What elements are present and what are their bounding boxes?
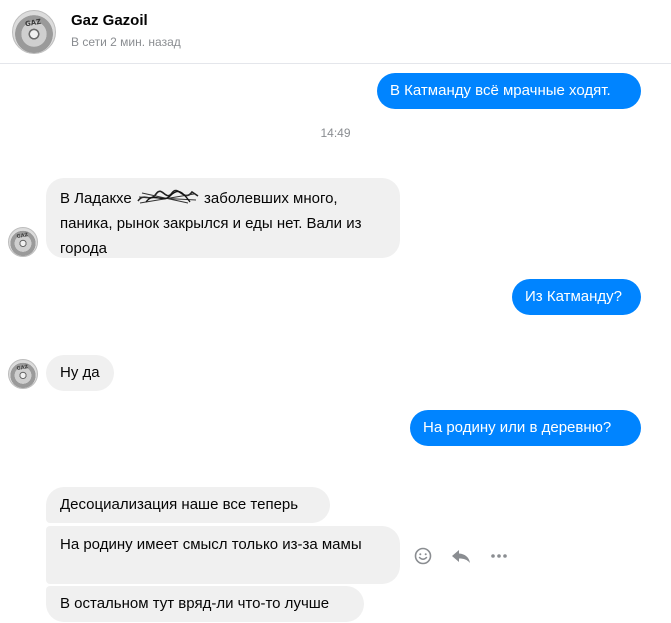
message-text: Десоциализация наше все теперь xyxy=(60,496,299,513)
message-text: Из Катманду? xyxy=(525,288,622,305)
incoming-message[interactable]: В Ладакхе заболевших много, паника, рыно… xyxy=(46,178,400,258)
reply-icon[interactable] xyxy=(450,546,472,571)
incoming-message[interactable]: На родину имеет смысл только из-за мамы xyxy=(46,526,400,584)
emoji-icon[interactable] xyxy=(413,546,433,571)
message-text: В Катманду всё мрачные ходят. xyxy=(390,82,611,99)
timestamp: 14:49 xyxy=(320,126,351,140)
message-text: На родину или в деревню? xyxy=(423,419,612,436)
message-text: В остальном тут вряд-ли что-то лучше xyxy=(60,595,330,612)
outgoing-message[interactable]: В Катманду всё мрачные ходят. xyxy=(377,73,641,109)
contact-name[interactable]: Gaz Gazoil xyxy=(71,12,148,29)
more-icon[interactable] xyxy=(489,546,509,571)
incoming-message[interactable]: Десоциализация наше все теперь xyxy=(46,487,330,523)
outgoing-message[interactable]: На родину или в деревню? xyxy=(410,410,641,446)
message-actions xyxy=(413,546,523,566)
avatar-text: GAZ xyxy=(24,17,43,29)
chat-header: GAZ Gaz Gazoil В сети 2 мин. назад xyxy=(0,0,671,64)
contact-status: В сети 2 мин. назад xyxy=(71,35,181,49)
contact-avatar-small[interactable]: GAZ xyxy=(8,227,38,257)
message-text-part: В Ладакхе xyxy=(60,190,132,207)
contact-avatar[interactable]: GAZ xyxy=(12,10,56,54)
avatar-text: GAZ xyxy=(16,232,29,241)
message-text: На родину имеет смысл только из-за мамы xyxy=(60,536,362,553)
avatar-text: GAZ xyxy=(16,364,29,373)
incoming-message[interactable]: Ну да xyxy=(46,355,114,391)
outgoing-message[interactable]: Из Катманду? xyxy=(512,279,641,315)
incoming-message[interactable]: В остальном тут вряд-ли что-то лучше xyxy=(46,586,364,622)
redaction-scribble xyxy=(136,188,200,206)
contact-avatar-small[interactable]: GAZ xyxy=(8,359,38,389)
message-text: Ну да xyxy=(60,364,100,381)
